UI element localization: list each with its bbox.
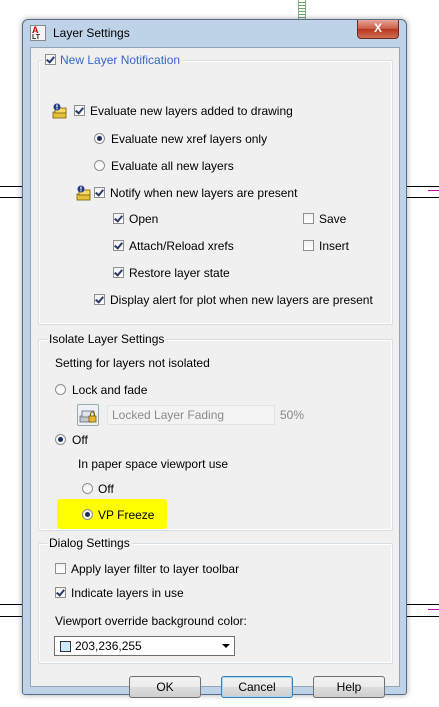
- drawing-line: [406, 604, 439, 605]
- paper-space-off-radio[interactable]: [82, 483, 93, 494]
- dialog-body: New Layer Notification Evaluate new laye…: [30, 47, 400, 698]
- insert-checkbox[interactable]: [303, 240, 314, 251]
- color-swatch: [60, 641, 71, 652]
- paper-space-label: In paper space viewport use: [78, 457, 229, 471]
- apply-filter-checkbox[interactable]: [55, 563, 66, 574]
- insert-label: Insert: [319, 239, 350, 253]
- drawing-line: [428, 609, 439, 610]
- isolate-off-radio[interactable]: [55, 434, 66, 445]
- notify-present-checkbox[interactable]: [94, 187, 105, 198]
- drawing-line: [406, 186, 439, 187]
- evaluate-xref-only-radio[interactable]: [94, 133, 105, 144]
- locked-layer-fading-slider[interactable]: Locked Layer Fading: [107, 405, 275, 425]
- chevron-down-icon[interactable]: [222, 644, 230, 648]
- indicate-in-use-checkbox[interactable]: [55, 587, 66, 598]
- restore-state-label: Restore layer state: [129, 266, 230, 280]
- isolate-off-label: Off: [72, 433, 88, 447]
- drawing-line: [406, 616, 439, 617]
- dialog-settings-title: Dialog Settings: [47, 536, 132, 550]
- new-layer-notification-header: New Layer Notification: [43, 53, 183, 67]
- paper-space-off-label: Off: [98, 482, 114, 496]
- attach-reload-checkbox[interactable]: [113, 240, 124, 251]
- close-button[interactable]: X: [357, 20, 399, 39]
- viewport-color-label: Viewport override background color:: [55, 614, 247, 628]
- save-checkbox[interactable]: [303, 213, 314, 224]
- attach-reload-label: Attach/Reload xrefs: [129, 239, 234, 253]
- lock-and-fade-label: Lock and fade: [72, 383, 148, 397]
- new-layer-notification-label: New Layer Notification: [60, 53, 181, 67]
- drawing-line: [406, 197, 439, 198]
- ok-button[interactable]: OK: [129, 676, 201, 698]
- drawing-line: [0, 616, 22, 617]
- display-alert-checkbox[interactable]: [94, 294, 105, 305]
- vp-freeze-label: VP Freeze: [98, 508, 155, 522]
- evaluate-xref-only-label: Evaluate new xref layers only: [111, 132, 268, 146]
- evaluate-new-layers-label: Evaluate new layers added to drawing: [90, 104, 293, 118]
- lock-and-fade-radio[interactable]: [55, 384, 66, 395]
- layer-fading-icon: [77, 404, 99, 426]
- restore-state-checkbox[interactable]: [113, 267, 124, 278]
- drawing-line: [0, 197, 22, 198]
- new-layer-notification-checkbox[interactable]: [45, 54, 56, 65]
- drawing-line: [428, 190, 439, 191]
- drawing-ruler: [298, 0, 306, 20]
- drawing-line: [0, 604, 22, 605]
- open-label: Open: [129, 212, 159, 226]
- locked-fading-value: 50%: [280, 408, 305, 422]
- help-button[interactable]: Help: [313, 676, 385, 698]
- app-icon: A LT: [30, 25, 46, 41]
- evaluate-new-layers-checkbox[interactable]: [74, 105, 85, 116]
- isolate-group-title: Isolate Layer Settings: [47, 332, 167, 346]
- notify-present-label: Notify when new layers are present: [110, 186, 298, 200]
- evaluate-all-radio[interactable]: [94, 160, 105, 171]
- dialog-title: Layer Settings: [53, 26, 130, 40]
- title-bar[interactable]: A LT Layer Settings X: [23, 20, 406, 46]
- save-label: Save: [319, 212, 347, 226]
- layer-notification-icon: [52, 103, 67, 119]
- viewport-color-dropdown[interactable]: 203,236,255: [54, 636, 235, 656]
- layer-notification-icon: [76, 185, 91, 201]
- apply-filter-label: Apply layer filter to layer toolbar: [71, 562, 240, 576]
- setting-not-isolated-label: Setting for layers not isolated: [55, 356, 210, 370]
- indicate-in-use-label: Indicate layers in use: [71, 586, 184, 600]
- layer-settings-dialog: A LT Layer Settings X New Layer Notificat…: [22, 19, 407, 698]
- evaluate-all-label: Evaluate all new layers: [111, 159, 234, 173]
- viewport-color-value: 203,236,255: [75, 639, 142, 653]
- cancel-button[interactable]: Cancel: [221, 676, 293, 698]
- drawing-line: [0, 186, 22, 187]
- vp-freeze-radio[interactable]: [82, 509, 93, 520]
- open-checkbox[interactable]: [113, 213, 124, 224]
- display-alert-label: Display alert for plot when new layers a…: [110, 293, 373, 307]
